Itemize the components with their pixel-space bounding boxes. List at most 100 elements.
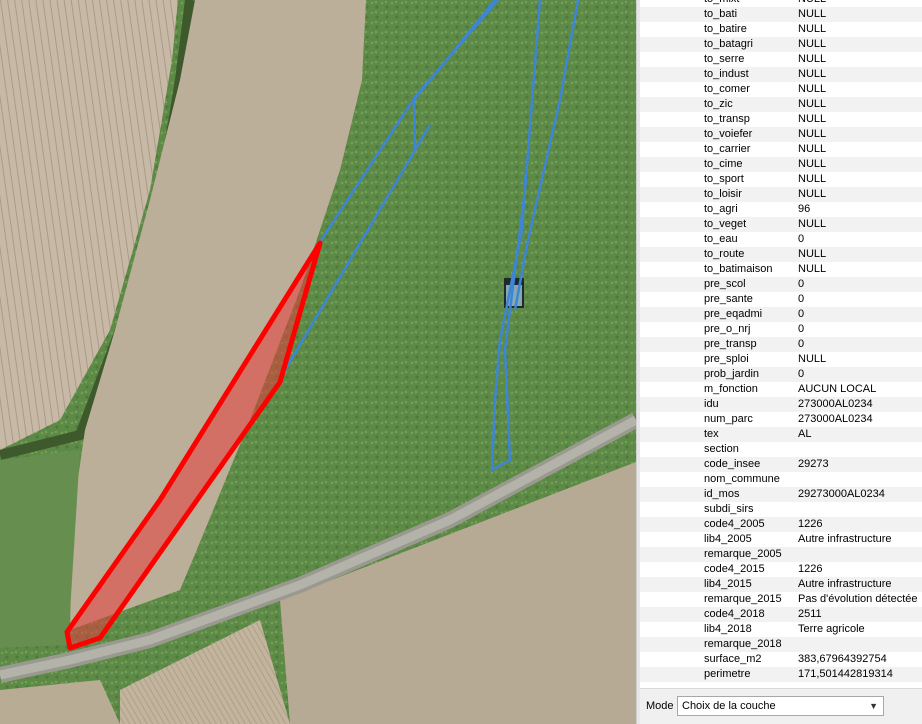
attribute-field: to_indust: [704, 68, 749, 80]
attribute-field: code4_2015: [704, 563, 765, 575]
attribute-row[interactable]: pre_scol 0: [640, 277, 922, 292]
attribute-row[interactable]: pre_transp 0: [640, 337, 922, 352]
attribute-value: NULL: [798, 248, 827, 260]
attribute-field: to_mixt: [704, 0, 739, 7]
attribute-value: NULL: [798, 263, 827, 275]
attribute-row[interactable]: to_mixt NULL: [640, 0, 922, 7]
attribute-field: m_fonction: [704, 383, 758, 395]
attribute-field: to_batagri: [704, 38, 753, 50]
attribute-row[interactable]: to_voiefer NULL: [640, 127, 922, 142]
attribute-field: pre_sploi: [704, 353, 749, 365]
attribute-row[interactable]: surface_m2 383,67964392754: [640, 652, 922, 667]
attribute-row[interactable]: to_batire NULL: [640, 22, 922, 37]
attribute-row[interactable]: pre_sante 0: [640, 292, 922, 307]
attribute-value: 96: [798, 203, 811, 215]
attribute-row[interactable]: to_transp NULL: [640, 112, 922, 127]
attribute-value: 0: [798, 308, 805, 320]
attribute-field: tex: [704, 428, 719, 440]
attribute-field: section: [704, 443, 739, 455]
attribute-row[interactable]: remarque_2005: [640, 547, 922, 562]
attribute-value: NULL: [798, 128, 827, 140]
attribute-row[interactable]: subdi_sirs: [640, 502, 922, 517]
attribute-row[interactable]: to_route NULL: [640, 247, 922, 262]
attribute-value: NULL: [798, 38, 827, 50]
attribute-row[interactable]: pre_sploi NULL: [640, 352, 922, 367]
attribute-row[interactable]: section: [640, 442, 922, 457]
attribute-row[interactable]: pre_o_nrj 0: [640, 322, 922, 337]
attribute-row[interactable]: to_zic NULL: [640, 97, 922, 112]
mode-label: Mode: [646, 700, 674, 712]
attribute-row[interactable]: to_agri 96: [640, 202, 922, 217]
attribute-field: id_mos: [704, 488, 740, 500]
map-canvas[interactable]: [0, 0, 636, 724]
attribute-value: NULL: [798, 353, 827, 365]
attribute-value: 0: [798, 338, 805, 350]
attribute-value: 0: [798, 233, 805, 245]
attribute-field: to_batire: [704, 23, 747, 35]
attribute-field: lib4_2018: [704, 623, 752, 635]
attribute-field: subdi_sirs: [704, 503, 754, 515]
attribute-value: 0: [798, 323, 805, 335]
attribute-row[interactable]: code4_2018 2511: [640, 607, 922, 622]
attribute-row[interactable]: remarque_2018: [640, 637, 922, 652]
attribute-value: Pas d'évolution détectée: [798, 593, 918, 605]
attribute-field: code4_2005: [704, 518, 765, 530]
attribute-row[interactable]: id_mos 29273000AL0234: [640, 487, 922, 502]
chevron-down-icon: ▼: [869, 701, 878, 711]
attribute-row[interactable]: pre_eqadmi 0: [640, 307, 922, 322]
attribute-row[interactable]: to_serre NULL: [640, 52, 922, 67]
attribute-row[interactable]: to_sport NULL: [640, 172, 922, 187]
attribute-row[interactable]: code4_2005 1226: [640, 517, 922, 532]
attribute-field: to_route: [704, 248, 745, 260]
attribute-value: NULL: [798, 173, 827, 185]
attribute-row[interactable]: nom_commune: [640, 472, 922, 487]
attribute-row[interactable]: idu 273000AL0234: [640, 397, 922, 412]
attribute-value: NULL: [798, 113, 827, 125]
attribute-field: code_insee: [704, 458, 761, 470]
attribute-value: NULL: [798, 0, 826, 7]
attribute-row[interactable]: to_bati NULL: [640, 7, 922, 22]
attribute-value: NULL: [798, 143, 827, 155]
attribute-row[interactable]: to_indust NULL: [640, 67, 922, 82]
attribute-row[interactable]: code4_2015 1226: [640, 562, 922, 577]
attribute-field: perimetre: [704, 668, 751, 680]
attribute-row[interactable]: lib4_2005 Autre infrastructure: [640, 532, 922, 547]
attribute-field: idu: [704, 398, 719, 410]
attribute-row[interactable]: perimetre 171,501442819314: [640, 667, 922, 682]
attribute-value: NULL: [798, 68, 827, 80]
attribute-value: NULL: [798, 158, 827, 170]
attribute-row[interactable]: prob_jardin 0: [640, 367, 922, 382]
attribute-row[interactable]: to_eau 0: [640, 232, 922, 247]
attribute-row[interactable]: lib4_2018 Terre agricole: [640, 622, 922, 637]
attribute-row[interactable]: to_comer NULL: [640, 82, 922, 97]
attribute-row[interactable]: to_cime NULL: [640, 157, 922, 172]
attribute-field: pre_eqadmi: [704, 308, 763, 320]
attribute-row[interactable]: m_fonction AUCUN LOCAL: [640, 382, 922, 397]
attribute-row[interactable]: tex AL: [640, 427, 922, 442]
attribute-field: pre_sante: [704, 293, 753, 305]
attribute-value: NULL: [798, 83, 827, 95]
attribute-row[interactable]: to_loisir NULL: [640, 187, 922, 202]
attribute-row[interactable]: to_carrier NULL: [640, 142, 922, 157]
mode-select[interactable]: Choix de la couche ▼: [677, 696, 884, 716]
attribute-field: lib4_2015: [704, 578, 752, 590]
attribute-value: 0: [798, 278, 805, 290]
attribute-value: NULL: [798, 53, 827, 65]
attribute-row[interactable]: remarque_2015 Pas d'évolution détectée: [640, 592, 922, 607]
attribute-row[interactable]: code_insee 29273: [640, 457, 922, 472]
attribute-field: to_zic: [704, 98, 733, 110]
attribute-value: 273000AL0234: [798, 413, 873, 425]
attribute-row[interactable]: to_batagri NULL: [640, 37, 922, 52]
attribute-value: 1226: [798, 563, 823, 575]
attribute-row[interactable]: lib4_2015 Autre infrastructure: [640, 577, 922, 592]
attribute-row[interactable]: to_veget NULL: [640, 217, 922, 232]
attribute-field: to_batimaison: [704, 263, 773, 275]
attribute-value: 383,67964392754: [798, 653, 887, 665]
attribute-field: to_agri: [704, 203, 738, 215]
attribute-value: 1226: [798, 518, 823, 530]
attribute-field: remarque_2015: [704, 593, 782, 605]
attribute-field: pre_o_nrj: [704, 323, 751, 335]
attribute-row[interactable]: to_batimaison NULL: [640, 262, 922, 277]
attribute-row[interactable]: num_parc 273000AL0234: [640, 412, 922, 427]
attribute-value: AL: [798, 428, 812, 440]
